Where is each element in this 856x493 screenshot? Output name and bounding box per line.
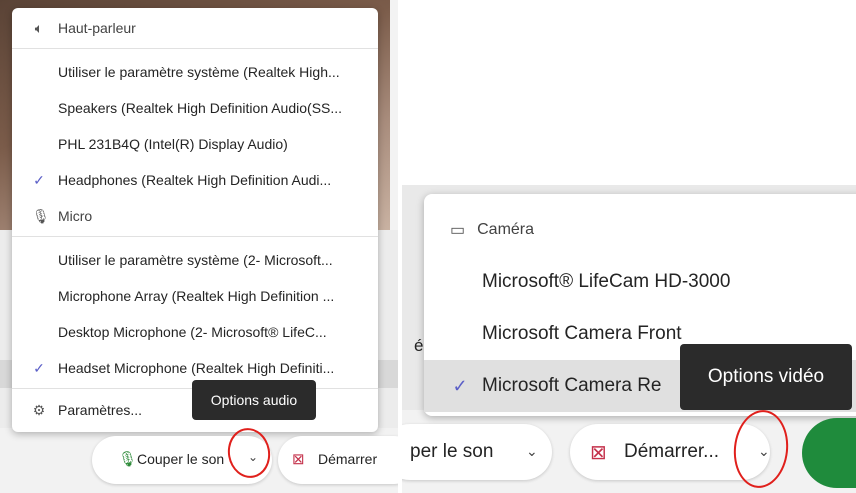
speaker-section-header: 🔈︎ Haut-parleur — [12, 10, 378, 46]
camera-off-icon: ⊠ — [590, 442, 607, 464]
checkmark-icon: ✓ — [452, 375, 468, 396]
gear-icon: ⚙ — [32, 401, 46, 418]
speaker-option[interactable]: Utiliser le paramètre système (Realtek H… — [12, 54, 378, 90]
tooltip-text: Options vidéo — [707, 366, 825, 387]
mic-option-label: Headset Microphone (Realtek High Definit… — [58, 360, 335, 376]
divider — [12, 236, 378, 237]
checkmark-icon: ✓ — [33, 359, 45, 376]
audio-options-menu: 🔈︎ Haut-parleur Utiliser le paramètre sy… — [12, 8, 378, 432]
mic-option-label: Microphone Array (Realtek High Definitio… — [58, 288, 335, 304]
video-options-tooltip: Options vidéo — [680, 344, 852, 410]
camera-option-label: Microsoft Camera Front — [482, 323, 682, 344]
mic-option[interactable]: Utiliser le paramètre système (2- Micros… — [12, 242, 378, 278]
start-video-label: Démarrer... — [624, 441, 720, 462]
camera-header-label: Caméra — [477, 221, 535, 238]
mic-icon: 🎙︎ — [32, 207, 50, 224]
speaker-option-label: PHL 231B4Q (Intel(R) Display Audio) — [58, 136, 288, 152]
audio-options-screenshot: 🔈︎ Haut-parleur Utiliser le paramètre sy… — [0, 0, 398, 493]
tooltip-text: Options audio — [210, 392, 298, 408]
divider — [12, 48, 378, 49]
mic-option-label: Utiliser le paramètre système (2- Micros… — [58, 252, 333, 268]
mute-button-label: per le son — [410, 441, 494, 462]
mute-button-label: Couper le son — [137, 451, 225, 467]
mic-icon: 🎙︎ — [118, 451, 138, 468]
mic-section-header: 🎙︎ Micro — [12, 198, 378, 234]
speaker-header-label: Haut-parleur — [58, 20, 136, 36]
mic-header-label: Micro — [58, 208, 93, 224]
speaker-option-label: Speakers (Realtek High Definition Audio(… — [58, 100, 343, 116]
audio-options-tooltip: Options audio — [192, 380, 316, 420]
speaker-option-label: Headphones (Realtek High Definition Audi… — [58, 172, 332, 188]
checkmark-icon: ✓ — [33, 171, 45, 188]
speaker-option[interactable]: PHL 231B4Q (Intel(R) Display Audio) — [12, 126, 378, 162]
camera-option-label: Microsoft Camera Re — [482, 375, 662, 396]
camera-section-header: ▭ Caméra — [424, 212, 856, 248]
start-video-label: Démarrer — [318, 451, 378, 467]
mic-option[interactable]: Desktop Microphone (2- Microsoft® LifeC.… — [12, 314, 378, 350]
mic-option-label: Desktop Microphone (2- Microsoft® LifeC.… — [58, 324, 327, 340]
camera-icon: ▭ — [450, 222, 466, 239]
background-area — [402, 0, 856, 185]
background-text-fragment: é — [414, 336, 424, 355]
video-options-screenshot: é ▭ Caméra Microsoft® LifeCam HD-3000 Mi… — [402, 0, 856, 493]
camera-option-label: Microsoft® LifeCam HD-3000 — [482, 271, 731, 292]
mic-option[interactable]: Microphone Array (Realtek High Definitio… — [12, 278, 378, 314]
camera-off-icon: ⊠ — [292, 451, 305, 468]
speaker-option-label: Utiliser le paramètre système (Realtek H… — [58, 64, 340, 80]
camera-option[interactable]: Microsoft® LifeCam HD-3000 — [424, 256, 856, 308]
speaker-icon: 🔈︎ — [34, 19, 44, 36]
speaker-option[interactable]: Speakers (Realtek High Definition Audio(… — [12, 90, 378, 126]
chevron-down-icon[interactable]: ⌄ — [526, 443, 538, 460]
speaker-option-selected[interactable]: ✓ Headphones (Realtek High Definition Au… — [12, 162, 378, 198]
